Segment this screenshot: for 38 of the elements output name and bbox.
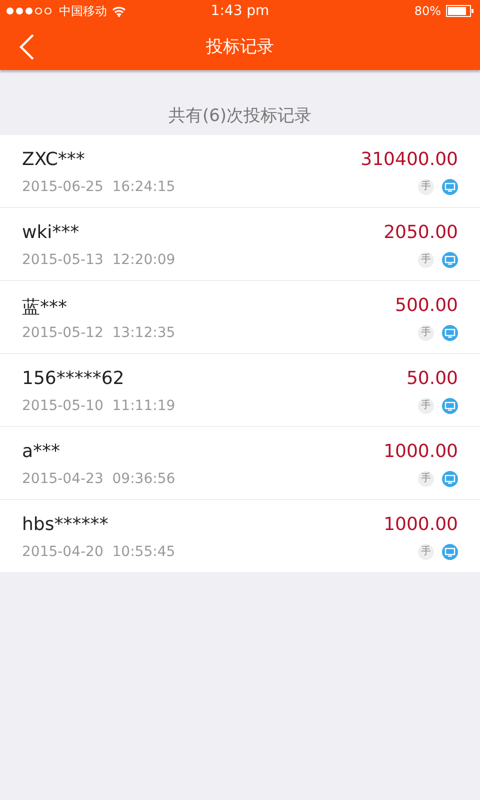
bid-time: 2015-05-13 12:20:09 xyxy=(22,252,176,268)
manual-bid-badge: 手 xyxy=(418,544,434,560)
bidder-name: wki*** xyxy=(22,222,80,243)
computer-icon xyxy=(442,471,458,487)
bid-amount: 310400.00 xyxy=(360,149,458,170)
signal-icon xyxy=(6,7,54,15)
manual-bid-badge: 手 xyxy=(418,398,434,414)
bid-amount: 500.00 xyxy=(395,295,458,316)
computer-icon xyxy=(442,544,458,560)
status-time: 1:43 pm xyxy=(210,3,270,19)
computer-icon xyxy=(442,179,458,195)
bid-time: 2015-04-20 10:55:45 xyxy=(22,544,176,560)
bid-amount: 1000.00 xyxy=(384,441,458,462)
bid-amount: 50.00 xyxy=(406,368,458,389)
bid-amount: 1000.00 xyxy=(384,514,458,535)
page-title: 投标记录 xyxy=(206,36,274,58)
bidder-name: a*** xyxy=(22,441,62,462)
manual-bid-badge: 手 xyxy=(418,325,434,341)
wifi-icon xyxy=(112,6,126,16)
computer-icon xyxy=(442,325,458,341)
bid-time: 2015-04-23 09:36:56 xyxy=(22,471,176,487)
bidder-name: ZXC*** xyxy=(22,149,86,170)
computer-icon xyxy=(442,398,458,414)
bidder-name: 蓝*** xyxy=(22,296,68,319)
manual-bid-badge: 手 xyxy=(418,252,434,268)
manual-bid-badge: 手 xyxy=(418,179,434,195)
bid-time: 2015-06-25 16:24:15 xyxy=(22,179,176,195)
manual-bid-badge: 手 xyxy=(418,471,434,487)
bidder-name: 156*****62 xyxy=(22,368,126,389)
battery-percent: 80% xyxy=(414,4,441,18)
bid-time: 2015-05-10 11:11:19 xyxy=(22,398,176,414)
bidder-name: hbs****** xyxy=(22,514,110,535)
bid-count-summary: 共有(6)次投标记录 xyxy=(167,105,313,128)
carrier-name: 中国移动 xyxy=(59,2,107,20)
bid-amount: 2050.00 xyxy=(384,222,458,243)
computer-icon xyxy=(442,252,458,268)
bid-time: 2015-05-12 13:12:35 xyxy=(22,325,176,341)
battery-icon xyxy=(446,5,474,17)
